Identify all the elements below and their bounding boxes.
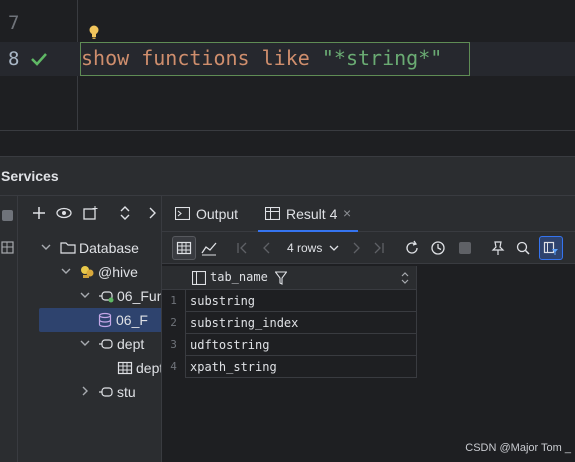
tree-item-session-06[interactable]: 06_Fun [18, 284, 162, 308]
tree-item-label: 06_F [116, 312, 148, 328]
tree-item-label: @hive [98, 264, 138, 280]
close-icon[interactable]: × [343, 205, 351, 221]
layout-filter-icon[interactable] [543, 240, 559, 256]
row-number: 2 [162, 312, 186, 334]
search-icon[interactable] [515, 240, 531, 256]
line-number: 8 [8, 48, 20, 70]
line-number: 7 [8, 12, 20, 34]
console-icon [98, 312, 112, 328]
services-tree: Database @hive 06_Fun 06_F dept dept stu [18, 196, 162, 462]
tab-label: Result 4 [286, 206, 338, 222]
keyword-like: like [261, 46, 310, 70]
editor-divider [0, 130, 575, 156]
tree-item-label: 06_Fun [117, 288, 162, 304]
new-group-icon[interactable] [82, 205, 98, 221]
session-icon [99, 339, 113, 349]
chevron-right-icon[interactable] [144, 205, 160, 221]
tree-item-console-06[interactable]: 06_F [39, 308, 161, 332]
tree-item-label: stu [117, 384, 136, 400]
table-row[interactable]: 1 substring [162, 290, 417, 312]
table-cell[interactable]: substring [190, 294, 255, 308]
stop-icon[interactable] [457, 240, 473, 256]
chart-icon[interactable] [201, 240, 217, 256]
tree-item-label: dept [117, 336, 145, 352]
first-page-icon[interactable] [234, 240, 250, 256]
next-page-icon[interactable] [348, 240, 364, 256]
hive-icon [81, 266, 94, 278]
chevron-down-icon[interactable] [80, 290, 90, 300]
tree-item-label: dept [136, 360, 162, 376]
chevron-down-icon[interactable] [326, 240, 342, 256]
sort-icon[interactable] [401, 272, 409, 284]
terminal-icon [175, 207, 190, 220]
last-page-icon[interactable] [371, 240, 387, 256]
panel-title: Services [1, 168, 59, 184]
table-cell[interactable]: udftostring [190, 338, 269, 352]
chevron-down-icon[interactable] [61, 266, 71, 276]
row-number: 1 [162, 290, 186, 312]
tab-label: Output [196, 206, 239, 222]
keyword-functions: functions [141, 46, 250, 70]
table-row[interactable]: 3 udftostring [162, 334, 417, 356]
check-icon [31, 53, 47, 66]
filter-icon[interactable] [275, 271, 287, 285]
table-cell[interactable]: substring_index [190, 316, 298, 330]
table-cell[interactable]: xpath_string [190, 360, 277, 374]
services-header: Services [0, 156, 575, 196]
session-icon [99, 387, 113, 397]
chevron-down-icon[interactable] [41, 242, 51, 252]
row-number: 3 [162, 334, 186, 356]
grid-header: tab_name [162, 266, 417, 290]
lightbulb-icon[interactable] [88, 24, 100, 40]
tree-item-label: Database [79, 240, 139, 256]
rows-count[interactable]: 4 rows [287, 241, 322, 255]
result-tabs: Output Result 4 × [162, 196, 575, 232]
add-icon[interactable] [31, 205, 47, 221]
watermark: CSDN @Major Tom _ [465, 442, 571, 454]
row-number: 4 [162, 356, 186, 378]
layout-icon[interactable] [1, 241, 14, 254]
result-pane: Output Result 4 × 4 rows tab_name 1 subs… [162, 196, 575, 462]
tree-item-database[interactable]: Database [18, 236, 161, 260]
previous-page-icon[interactable] [259, 240, 275, 256]
tab-output[interactable]: Output [170, 196, 250, 232]
stop-icon[interactable] [1, 209, 14, 222]
services-side-strip [0, 196, 18, 462]
result-toolbar: 4 rows [162, 232, 575, 264]
grid-icon [265, 207, 280, 220]
tree-item-session-dept[interactable]: dept [18, 332, 161, 356]
chevron-right-icon[interactable] [80, 386, 90, 396]
eye-icon[interactable] [56, 205, 72, 221]
tree-item-hive[interactable]: @hive [18, 260, 161, 284]
table-view-icon[interactable] [176, 240, 192, 256]
table-row[interactable]: 2 substring_index [162, 312, 417, 334]
tree-toolbar [18, 196, 161, 230]
tree-item-session-stu[interactable]: stu [18, 380, 161, 404]
sql-statement[interactable]: show functions like "*string*" [81, 46, 442, 70]
table-row[interactable]: 4 xpath_string [162, 356, 417, 378]
chevron-down-icon[interactable] [80, 338, 90, 348]
string-literal: "*string*" [321, 46, 443, 70]
refresh-icon[interactable] [404, 240, 420, 256]
column-icon [192, 271, 206, 285]
table-icon [117, 361, 133, 375]
folder-icon [60, 242, 76, 254]
keyword-show: show [81, 46, 130, 70]
editor-line-7[interactable]: 7 [0, 6, 575, 40]
pin-icon[interactable] [490, 240, 506, 256]
expand-collapse-icon[interactable] [117, 205, 133, 221]
column-header[interactable]: tab_name [210, 270, 268, 284]
session-icon [99, 291, 114, 303]
clock-icon[interactable] [430, 240, 446, 256]
tab-result-4[interactable]: Result 4 × [258, 196, 358, 232]
code-editor[interactable]: 7 8 show functions like "*string*" [0, 0, 575, 130]
tree-item-table-dept[interactable]: dept [18, 356, 162, 380]
